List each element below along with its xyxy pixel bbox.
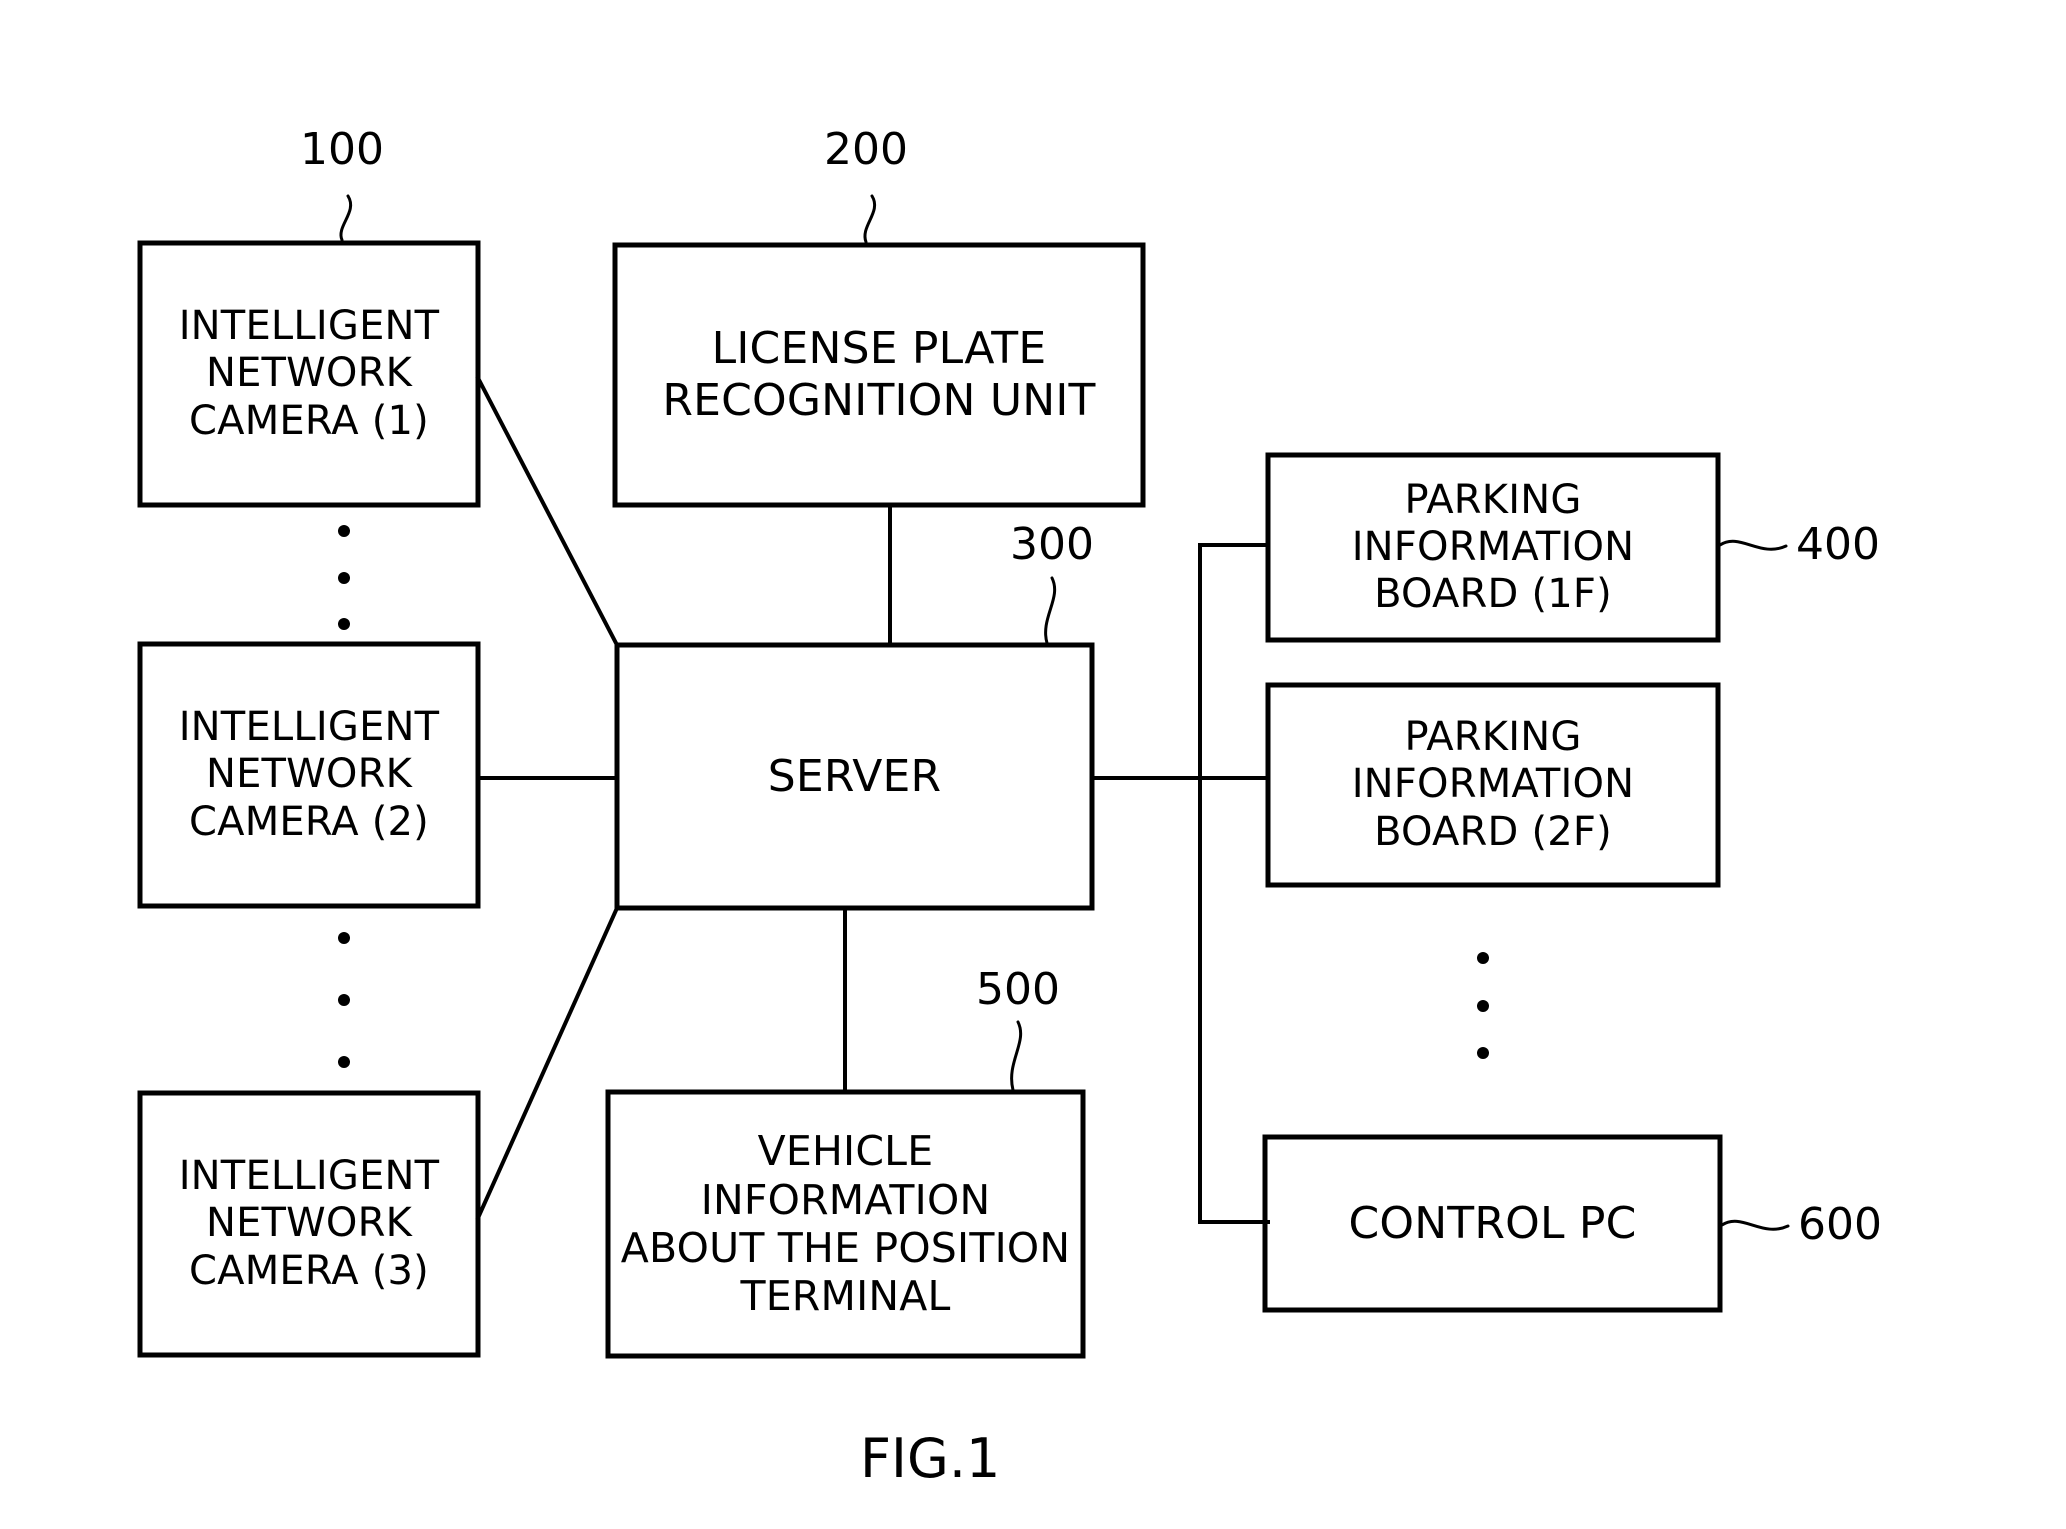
ellipsis-dot — [338, 1056, 350, 1068]
ellipsis-dot — [1477, 952, 1489, 964]
ellipsis-dot — [338, 994, 350, 1006]
ellipsis-dot — [338, 525, 350, 537]
ellipsis-dot — [338, 572, 350, 584]
ellipsis-dot — [338, 932, 350, 944]
ref-num-600: 600 — [1798, 1199, 1882, 1250]
ref-num-400: 400 — [1796, 519, 1880, 570]
ref-num-300: 300 — [1010, 519, 1094, 570]
ref-num-200: 200 — [824, 124, 908, 175]
figure-canvas: INTELLIGENT NETWORK CAMERA (1) INTELLIGE… — [0, 0, 2066, 1529]
ellipsis-dot — [1477, 1047, 1489, 1059]
figure-background — [0, 0, 2066, 1529]
ellipsis-dot — [1477, 1000, 1489, 1012]
ref-num-500: 500 — [976, 964, 1060, 1015]
ellipsis-dot — [338, 618, 350, 630]
diagram-linework — [0, 0, 2066, 1529]
ref-num-100: 100 — [300, 124, 384, 175]
figure-caption: FIG.1 — [860, 1427, 1001, 1490]
